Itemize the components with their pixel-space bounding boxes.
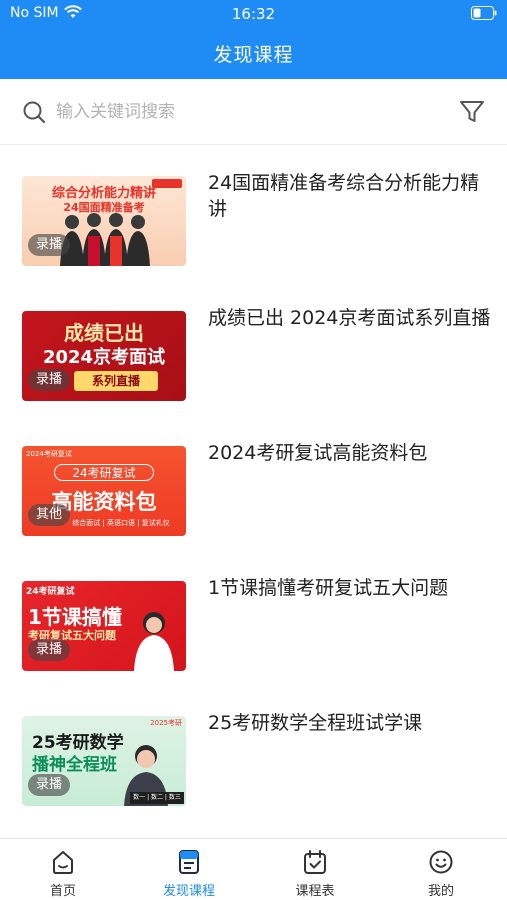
course-thumbnail: 综合分析能力精讲 24国面精准备考 录播	[22, 176, 186, 266]
thumbnail-headline: 24考研复试	[54, 464, 154, 481]
discover-icon	[179, 850, 199, 874]
thumbnail-headline: 成绩已出	[64, 321, 144, 345]
thumbnail-subheadline: 24国面精准备考	[63, 201, 145, 214]
thumbnail-caption: 综合面试 | 英语口语 | 复试礼仪	[72, 519, 170, 527]
search-bar	[0, 79, 507, 145]
app-header: No SIM 16:32 发现课程	[0, 0, 507, 79]
battery-icon	[471, 6, 497, 20]
course-type-badge: 其他	[28, 504, 71, 526]
thumbnail-ribbon: 系列直播	[74, 371, 158, 391]
search-icon	[23, 101, 46, 124]
course-item[interactable]: 成绩已出 2024京考面试 系列直播 录播 成绩已出 2024京考面试系列直播	[0, 281, 507, 416]
bottom-tab-bar: 首页 发现课程 课程表 我的	[0, 838, 507, 900]
tab-schedule[interactable]: 课程表	[252, 839, 378, 900]
thumbnail-badge: 24考研复试	[26, 587, 75, 597]
course-title[interactable]: 成绩已出 2024京考面试系列直播	[208, 305, 493, 331]
course-list: 综合分析能力精讲 24国面精准备考 录播 24国面精准备考综合分析能力精讲 成绩…	[0, 146, 507, 836]
course-thumbnail: 成绩已出 2024京考面试 系列直播 录播	[22, 311, 186, 401]
course-title[interactable]: 1节课搞懂考研复试五大问题	[208, 575, 493, 601]
tab-label: 课程表	[295, 884, 335, 899]
status-bar: No SIM 16:32	[0, 0, 507, 26]
tab-label: 我的	[427, 884, 454, 899]
home-icon	[53, 851, 73, 874]
course-item[interactable]: 综合分析能力精讲 24国面精准备考 录播 24国面精准备考综合分析能力精讲	[0, 146, 507, 281]
course-thumbnail: 24考研复试 1节课搞懂 考研复试五大问题 录播	[22, 581, 186, 671]
tab-home[interactable]: 首页	[0, 839, 126, 900]
course-item[interactable]: 2025考研 25考研数学 播神全程班 数一 | 数二 | 数三 录播 25考研…	[0, 686, 507, 821]
thumbnail-badge: 2025考研	[150, 719, 182, 727]
course-item[interactable]: 2024考研复试 24考研复试 高能资料包 综合面试 | 英语口语 | 复试礼仪…	[0, 416, 507, 551]
thumbnail-caption: 数一 | 数二 | 数三	[130, 792, 184, 804]
course-thumbnail: 2024考研复试 24考研复试 高能资料包 综合面试 | 英语口语 | 复试礼仪…	[22, 446, 186, 536]
search-input[interactable]	[56, 99, 416, 125]
course-item[interactable]: 24考研复试 1节课搞懂 考研复试五大问题 录播 1节课搞懂考研复试五大问题	[0, 551, 507, 686]
course-type-badge: 录播	[28, 774, 71, 796]
calendar-icon	[304, 850, 326, 874]
thumbnail-headline: 1节课搞懂	[28, 605, 122, 629]
course-title[interactable]: 24国面精准备考综合分析能力精讲	[208, 170, 493, 222]
course-type-badge: 录播	[28, 369, 71, 391]
thumbnail-subheadline: 播神全程班	[32, 755, 117, 775]
clock: 16:32	[231, 5, 276, 23]
tab-label: 发现课程	[162, 884, 215, 899]
course-type-badge: 录播	[28, 639, 71, 661]
course-thumbnail: 2025考研 25考研数学 播神全程班 数一 | 数二 | 数三 录播	[22, 716, 186, 806]
page-title: 发现课程	[213, 44, 294, 66]
course-title[interactable]: 2024考研复试高能资料包	[208, 440, 493, 466]
tab-label: 首页	[49, 884, 76, 899]
thumbnail-badge: 2024考研复试	[26, 450, 72, 458]
course-type-badge: 录播	[28, 234, 71, 256]
course-title[interactable]: 25考研数学全程班试学课	[208, 710, 493, 736]
tab-profile[interactable]: 我的	[378, 839, 504, 900]
filter-icon[interactable]	[459, 99, 485, 125]
profile-icon	[429, 850, 453, 874]
thumbnail-subheadline: 2024京考面试	[42, 347, 166, 368]
tab-discover[interactable]: 发现课程	[126, 839, 252, 900]
